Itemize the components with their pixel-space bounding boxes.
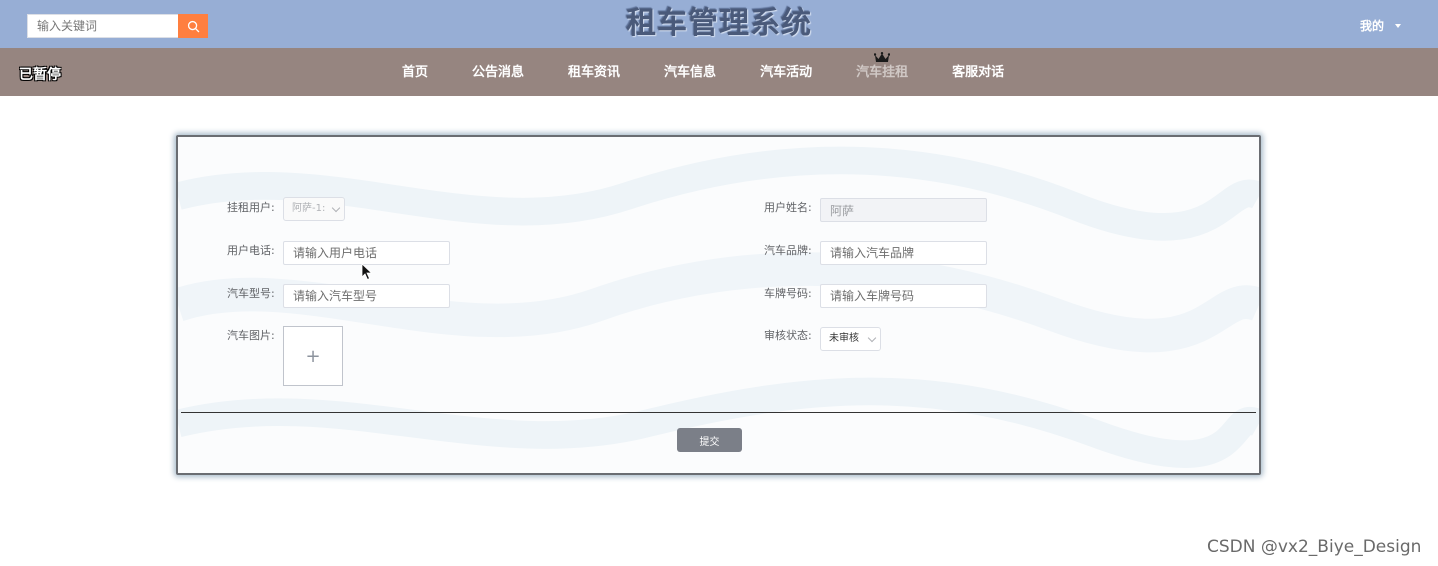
- submit-button[interactable]: 提交: [677, 428, 742, 452]
- nav-item-announcements[interactable]: 公告消息: [450, 48, 546, 96]
- user-menu[interactable]: 我的: [1360, 17, 1402, 34]
- car-model-field[interactable]: [283, 284, 450, 308]
- chevron-down-icon: [331, 203, 341, 213]
- review-status-value: 未审核: [829, 333, 859, 344]
- nav-item-rental-news[interactable]: 租车资讯: [546, 48, 642, 96]
- rent-user-select[interactable]: 阿萨-1:: [283, 197, 345, 221]
- user-phone-label: 用户电话:: [227, 244, 275, 257]
- nav-item-home[interactable]: 首页: [380, 48, 450, 96]
- nav-item-car-events[interactable]: 汽车活动: [738, 48, 834, 96]
- user-name-field[interactable]: [820, 198, 987, 222]
- watermark: CSDN @vx2_Biye_Design: [1207, 537, 1422, 557]
- car-brand-label: 汽车品牌:: [764, 244, 812, 257]
- rent-user-label: 挂租用户:: [227, 201, 275, 214]
- plate-number-field[interactable]: [820, 284, 987, 308]
- caret-down-icon: [1395, 23, 1402, 28]
- car-listing-form: 挂租用户: 阿萨-1: 用户姓名: 用户电话: 汽车品牌: 汽车型号: 车牌号码…: [176, 135, 1261, 475]
- car-image-label: 汽车图片:: [227, 329, 275, 342]
- search-button[interactable]: [178, 14, 208, 38]
- crown-icon: [874, 52, 891, 62]
- search-box: [27, 14, 208, 38]
- user-name-label: 用户姓名:: [764, 201, 812, 214]
- nav-item-customer-service[interactable]: 客服对话: [930, 48, 1026, 96]
- review-status-label: 审核状态:: [764, 329, 812, 342]
- search-icon: [187, 20, 199, 32]
- site-title: 租车管理系统: [626, 6, 812, 41]
- nav-menu: 首页 公告消息 租车资讯 汽车信息 汽车活动 汽车挂租 客服对话: [380, 48, 1026, 96]
- user-phone-field[interactable]: [283, 241, 450, 265]
- car-model-label: 汽车型号:: [227, 287, 275, 300]
- top-bar: 租车管理系统 我的: [0, 0, 1438, 48]
- plus-icon: +: [305, 345, 321, 367]
- car-brand-field[interactable]: [820, 241, 987, 265]
- nav-item-car-listing[interactable]: 汽车挂租: [834, 48, 930, 96]
- rent-user-value: 阿萨-1:: [292, 203, 326, 214]
- mouse-cursor-icon: [361, 263, 373, 281]
- chevron-down-icon: [867, 333, 877, 343]
- search-input[interactable]: [27, 14, 179, 38]
- review-status-select[interactable]: 未审核: [820, 327, 881, 351]
- user-menu-label: 我的: [1360, 19, 1385, 33]
- plate-number-label: 车牌号码:: [764, 287, 812, 300]
- nav-item-car-listing-label: 汽车挂租: [856, 65, 909, 80]
- nav-bar: 已暂停 首页 公告消息 租车资讯 汽车信息 汽车活动 汽车挂租 客服对话: [0, 48, 1438, 96]
- form-divider: [181, 412, 1256, 413]
- car-image-upload[interactable]: +: [283, 326, 343, 386]
- nav-item-car-info[interactable]: 汽车信息: [642, 48, 738, 96]
- music-status[interactable]: 已暂停: [19, 64, 61, 84]
